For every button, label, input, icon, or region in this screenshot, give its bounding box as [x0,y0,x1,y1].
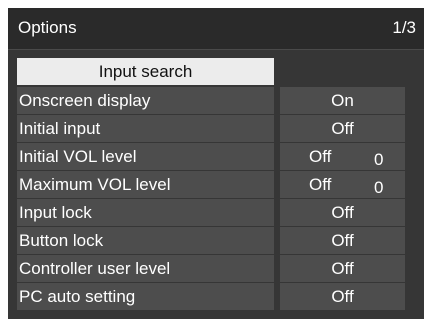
options-menu: Options 1/3 Input search Onscreen displa… [8,8,424,319]
option-initial-input[interactable]: Initial input Off [17,115,405,142]
option-level: 0 [374,178,384,197]
option-label: Controller user level [17,255,274,282]
option-label: Onscreen display [17,87,274,114]
option-value[interactable]: On [280,87,405,114]
option-state: Off [309,175,332,194]
options-list: Onscreen display On Initial input Off In… [17,87,405,311]
option-input-lock[interactable]: Input lock Off [17,199,405,226]
page-indicator: 1/3 [392,18,416,37]
option-maximum-vol-level[interactable]: Maximum VOL level Off 0 [17,171,405,198]
option-state: Off [309,147,332,166]
option-button-lock[interactable]: Button lock Off [17,227,405,254]
option-label: Input lock [17,199,274,226]
option-label: Maximum VOL level [17,171,274,198]
option-label: PC auto setting [17,283,274,310]
menu-title: Options [18,18,77,37]
option-value[interactable]: Off [280,255,405,282]
option-value[interactable]: Off 0 [280,143,405,170]
option-value[interactable]: Off [280,227,405,254]
option-label: Button lock [17,227,274,254]
option-value[interactable]: Off 0 [280,171,405,198]
input-search-button[interactable]: Input search [17,58,274,85]
option-value[interactable]: Off [280,115,405,142]
option-value[interactable]: Off [280,199,405,226]
option-level: 0 [374,150,384,169]
option-initial-vol-level[interactable]: Initial VOL level Off 0 [17,143,405,170]
option-controller-user-level[interactable]: Controller user level Off [17,255,405,282]
option-label: Initial VOL level [17,143,274,170]
menu-header: Options 1/3 [8,8,424,50]
option-pc-auto-setting[interactable]: PC auto setting Off [17,283,405,310]
option-onscreen-display[interactable]: Onscreen display On [17,87,405,114]
option-value[interactable]: Off [280,283,405,310]
option-label: Initial input [17,115,274,142]
